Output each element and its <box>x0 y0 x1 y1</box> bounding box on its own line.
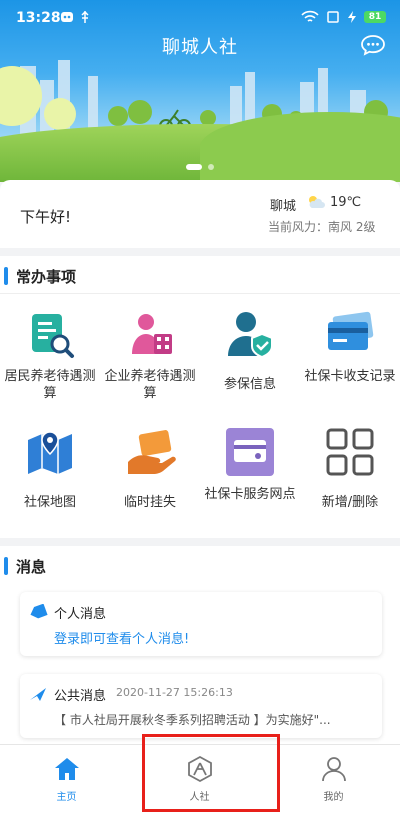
service-label: 参保信息 <box>223 377 276 392</box>
section-header: 消息 <box>0 546 400 584</box>
service-grid: 居民养老待遇测算 企业养老待遇测算 参保信息 社保卡收支记录 社保地图 临时挂失… <box>0 294 400 530</box>
card-record-icon <box>328 311 374 350</box>
annotation-highlight-box <box>142 734 280 812</box>
personal-message-card[interactable]: 个人消息 登录即可查看个人消息! <box>20 592 382 656</box>
service-resident-pension-calc[interactable]: 居民养老待遇测算 <box>0 294 100 412</box>
public-message-title: 公共消息 <box>54 689 107 704</box>
section-accent-bar <box>4 267 8 285</box>
banner-pagination[interactable] <box>0 164 400 170</box>
service-label: 社保地图 <box>23 495 76 510</box>
section-header: 常办事项 <box>0 256 400 294</box>
usb-icon <box>81 10 89 23</box>
service-temporary-loss-report[interactable]: 临时挂失 <box>100 412 200 530</box>
service-enterprise-pension-calc[interactable]: 企业养老待遇测算 <box>100 294 200 412</box>
tab-home[interactable]: 主页 <box>0 745 133 816</box>
map-pin-icon <box>28 431 72 474</box>
service-add-remove[interactable]: 新增/删除 <box>300 412 400 530</box>
public-message-content: 【 市人社局开展秋冬季系列招聘活动 】为实施好"... <box>54 713 331 727</box>
chat-button[interactable] <box>360 34 386 56</box>
send-icon <box>30 688 46 701</box>
hand-card-icon <box>128 430 176 474</box>
tab-label: 主页 <box>56 792 77 803</box>
wifi-icon <box>301 10 319 22</box>
weather-wind: 当前风力：南风 2级 <box>268 220 376 234</box>
card-outlet-icon <box>226 428 274 476</box>
section-title: 常办事项 <box>16 268 77 286</box>
tab-mine[interactable]: 我的 <box>267 745 400 816</box>
status-right-icons: 81 <box>301 10 386 24</box>
home-icon <box>54 758 79 780</box>
service-label: 社保卡收支记录 <box>304 369 396 384</box>
tab-label: 我的 <box>323 792 344 803</box>
service-card-outlets[interactable]: 社保卡服务网点 <box>200 412 300 530</box>
status-left-icons <box>60 10 90 24</box>
grid-add-icon <box>326 428 374 476</box>
weather-temperature: 19℃ <box>330 195 362 210</box>
cloudy-icon <box>309 196 325 208</box>
service-label: 居民养老待遇测算 <box>4 369 96 401</box>
sim-icon <box>327 11 339 23</box>
pagination-dot-active[interactable] <box>186 164 202 170</box>
weather-city: 聊城 <box>270 199 297 214</box>
battery-indicator: 81 <box>364 11 386 23</box>
header-banner: 13:28 81 聊城人社 <box>0 0 400 182</box>
status-bar: 13:28 81 <box>0 0 400 36</box>
service-label: 新增/删除 <box>321 495 379 510</box>
user-shield-icon <box>228 312 273 359</box>
service-label: 企业养老待遇测算 <box>104 369 196 401</box>
section-title: 消息 <box>16 558 47 576</box>
personal-message-title: 个人消息 <box>54 607 107 622</box>
notification-icon <box>61 12 73 22</box>
document-search-icon <box>32 314 74 358</box>
service-card-transaction-record[interactable]: 社保卡收支记录 <box>300 294 400 412</box>
service-social-security-map[interactable]: 社保地图 <box>0 412 100 530</box>
personal-message-login-link[interactable]: 登录即可查看个人消息! <box>54 628 189 647</box>
public-message-card[interactable]: 公共消息 2020-11-27 15:26:13 【 市人社局开展秋冬季系列招聘… <box>20 674 382 738</box>
tag-icon <box>30 604 48 619</box>
chat-icon <box>361 35 385 56</box>
section-accent-bar <box>4 557 8 575</box>
common-services-section: 常办事项 居民养老待遇测算 企业养老待遇测算 参保信息 社保卡收支记录 社保地图… <box>0 256 400 538</box>
messages-section: 消息 个人消息 登录即可查看个人消息! 公共消息 2020-11-27 15:2… <box>0 546 400 744</box>
service-label: 临时挂失 <box>123 495 176 510</box>
elder-calculator-icon <box>132 314 172 354</box>
greeting-text: 下午好! <box>20 208 72 226</box>
greeting-card: 下午好! 聊城 19℃ 当前风力：南风 2级 <box>0 180 400 248</box>
service-label: 社保卡服务网点 <box>204 487 296 502</box>
pagination-dot[interactable] <box>208 164 214 170</box>
person-icon <box>321 757 346 782</box>
service-insurance-info[interactable]: 参保信息 <box>200 294 300 412</box>
public-message-date: 2020-11-27 15:26:13 <box>116 686 233 699</box>
charging-icon <box>348 11 356 23</box>
status-time: 13:28 <box>16 10 61 26</box>
